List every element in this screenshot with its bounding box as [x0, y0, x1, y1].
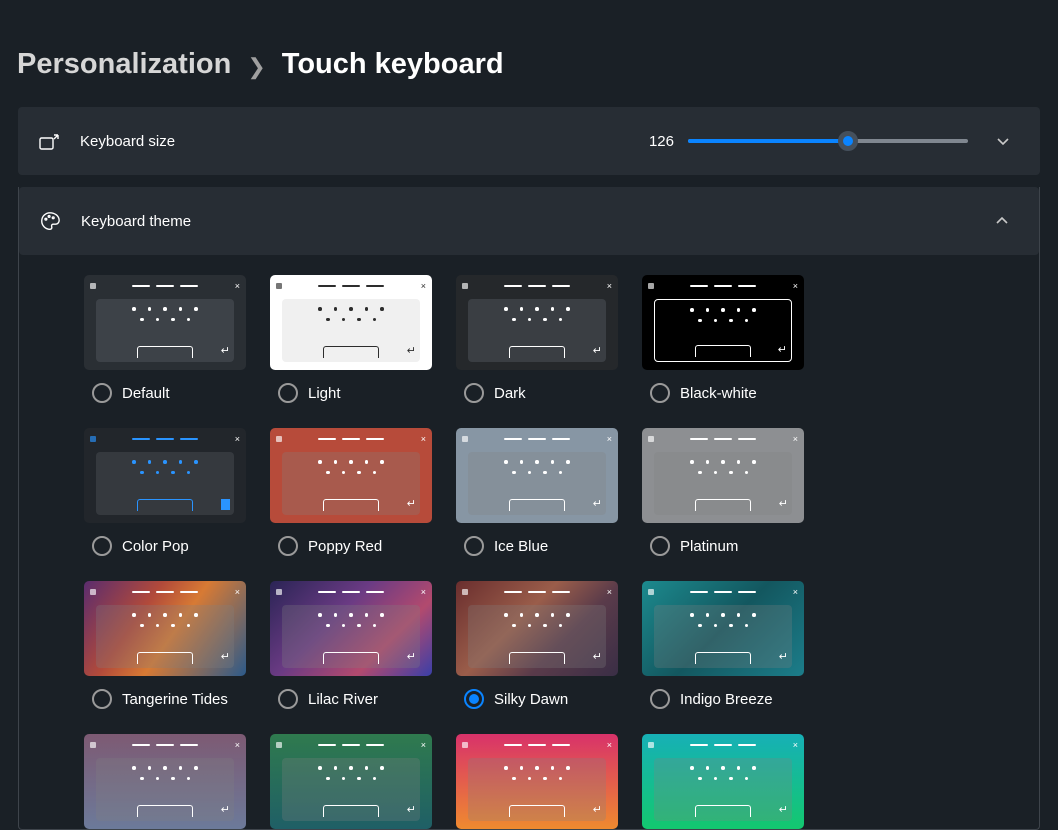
theme-name: Dark	[494, 385, 526, 402]
chevron-right-icon: ❯	[247, 56, 265, 78]
theme-option-light: × ↵ Light	[270, 275, 432, 416]
keyboard-size-label: Keyboard size	[80, 133, 175, 150]
theme-radio[interactable]	[464, 689, 484, 709]
theme-name: Poppy Red	[308, 538, 382, 555]
theme-preview[interactable]: × ↵	[84, 581, 246, 676]
theme-preview[interactable]: × ↵	[270, 428, 432, 523]
theme-name: Default	[122, 385, 170, 402]
keyboard-theme-section: Keyboard theme × ↵ Default ×	[18, 187, 1040, 830]
theme-radio[interactable]	[464, 383, 484, 403]
theme-radio-row[interactable]: Lilac River	[270, 676, 432, 722]
theme-radio-row[interactable]: Poppy Red	[270, 523, 432, 569]
theme-radio-row[interactable]: Default	[84, 370, 246, 416]
breadcrumb: Personalization ❯ Touch keyboard	[0, 0, 1058, 107]
theme-radio-row[interactable]: Color Pop	[84, 523, 246, 569]
keyboard-size-slider[interactable]	[688, 131, 968, 151]
theme-radio[interactable]	[92, 383, 112, 403]
theme-preview[interactable]: × ↵	[456, 275, 618, 370]
theme-option-tangerine: × ↵ Tangerine Tides	[84, 581, 246, 722]
theme-preview[interactable]: × ↵	[270, 275, 432, 370]
theme-name: Light	[308, 385, 341, 402]
theme-option-default: × ↵ Default	[84, 275, 246, 416]
theme-option-ice: × ↵ Ice Blue	[456, 428, 618, 569]
theme-preview[interactable]: × ↵	[270, 581, 432, 676]
breadcrumb-current: Touch keyboard	[282, 50, 504, 79]
theme-option-bw: × ↵ Black-white	[642, 275, 804, 416]
theme-radio-row[interactable]: Light	[270, 370, 432, 416]
theme-option-lilac: × ↵ Lilac River	[270, 581, 432, 722]
theme-preview[interactable]: × ↵	[456, 734, 618, 829]
theme-name: Silky Dawn	[494, 691, 568, 708]
theme-radio-row[interactable]: Ice Blue	[456, 523, 618, 569]
chevron-down-icon	[996, 134, 1010, 148]
theme-preview[interactable]: × ↵	[642, 734, 804, 829]
theme-radio[interactable]	[650, 536, 670, 556]
theme-preview[interactable]: × ↵	[456, 428, 618, 523]
collapse-theme-button[interactable]	[987, 206, 1017, 236]
keyboard-theme-label: Keyboard theme	[81, 213, 191, 230]
theme-radio-row[interactable]: Black-white	[642, 370, 804, 416]
expand-size-button[interactable]	[988, 126, 1018, 156]
theme-option-colorpop: × ↵ Color Pop	[84, 428, 246, 569]
theme-radio[interactable]	[92, 536, 112, 556]
theme-option-g1: × ↵	[84, 734, 246, 829]
theme-name: Black-white	[680, 385, 757, 402]
theme-option-g2: × ↵	[270, 734, 432, 829]
breadcrumb-parent[interactable]: Personalization	[17, 50, 231, 79]
slider-thumb[interactable]	[838, 131, 858, 151]
keyboard-size-row[interactable]: Keyboard size 126	[18, 107, 1040, 175]
theme-option-poppy: × ↵ Poppy Red	[270, 428, 432, 569]
theme-option-g3: × ↵	[456, 734, 618, 829]
theme-preview[interactable]: × ↵	[642, 428, 804, 523]
theme-radio-row[interactable]: Platinum	[642, 523, 804, 569]
theme-option-platinum: × ↵ Platinum	[642, 428, 804, 569]
theme-preview[interactable]: × ↵	[84, 275, 246, 370]
theme-preview[interactable]: × ↵	[270, 734, 432, 829]
theme-radio-row[interactable]: Indigo Breeze	[642, 676, 804, 722]
theme-radio[interactable]	[650, 383, 670, 403]
theme-preview[interactable]: × ↵	[642, 581, 804, 676]
theme-radio[interactable]	[464, 536, 484, 556]
theme-radio-row[interactable]: Silky Dawn	[456, 676, 618, 722]
keyboard-size-icon	[38, 130, 60, 152]
theme-preview[interactable]: × ↵	[456, 581, 618, 676]
theme-name: Tangerine Tides	[122, 691, 228, 708]
theme-name: Color Pop	[122, 538, 189, 555]
theme-option-indigo: × ↵ Indigo Breeze	[642, 581, 804, 722]
theme-grid: × ↵ Default × ↵ Light	[19, 255, 1039, 829]
keyboard-size-value: 126	[649, 133, 674, 150]
theme-preview[interactable]: × ↵	[84, 734, 246, 829]
theme-name: Platinum	[680, 538, 738, 555]
theme-option-g4: × ↵	[642, 734, 804, 829]
theme-name: Lilac River	[308, 691, 378, 708]
theme-name: Indigo Breeze	[680, 691, 773, 708]
theme-option-silky: × ↵ Silky Dawn	[456, 581, 618, 722]
theme-radio[interactable]	[278, 536, 298, 556]
theme-radio[interactable]	[650, 689, 670, 709]
chevron-up-icon	[995, 214, 1009, 228]
theme-radio-row[interactable]: Tangerine Tides	[84, 676, 246, 722]
theme-radio-row[interactable]: Dark	[456, 370, 618, 416]
theme-radio[interactable]	[278, 689, 298, 709]
theme-radio[interactable]	[278, 383, 298, 403]
theme-option-dark: × ↵ Dark	[456, 275, 618, 416]
keyboard-theme-row[interactable]: Keyboard theme	[19, 187, 1039, 255]
theme-name: Ice Blue	[494, 538, 548, 555]
palette-icon	[39, 210, 61, 232]
theme-preview[interactable]: × ↵	[642, 275, 804, 370]
theme-preview[interactable]: × ↵	[84, 428, 246, 523]
theme-radio[interactable]	[92, 689, 112, 709]
